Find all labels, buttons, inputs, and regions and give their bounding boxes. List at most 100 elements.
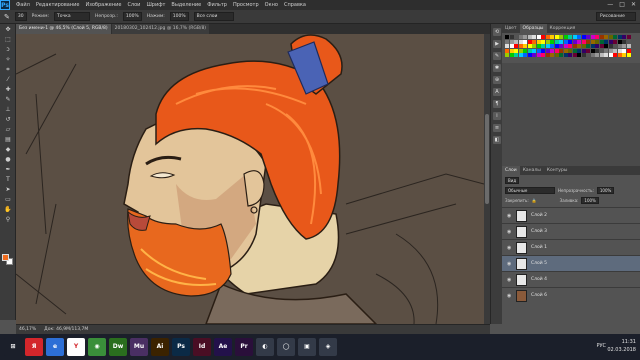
color-swatch[interactable] [541, 53, 545, 57]
color-swatch[interactable] [586, 48, 590, 53]
tab-color[interactable]: Цвет [502, 24, 520, 33]
visibility-eye-icon[interactable]: ◉ [507, 229, 512, 235]
color-swatch[interactable] [599, 39, 604, 44]
brush-tool-icon[interactable]: ✎ [4, 13, 10, 21]
color-swatch[interactable] [532, 35, 536, 39]
layer-opacity-input[interactable]: 100% [596, 186, 615, 194]
color-swatch[interactable] [613, 44, 617, 48]
color-swatch[interactable] [608, 44, 613, 48]
stamp-tool-icon[interactable]: ⊥ [2, 105, 14, 114]
color-swatch[interactable] [514, 35, 518, 39]
navigator-panel-icon[interactable]: ◧ [493, 136, 501, 144]
color-swatch[interactable] [617, 48, 622, 53]
color-swatch[interactable] [581, 35, 586, 39]
color-swatch[interactable] [590, 48, 595, 53]
lock-icon[interactable]: 🔒 [532, 198, 537, 203]
color-swatch[interactable] [595, 44, 599, 48]
color-swatch[interactable] [568, 53, 572, 57]
taskbar-app-icon[interactable]: e [46, 338, 64, 356]
color-swatch[interactable] [505, 39, 509, 44]
color-swatch[interactable] [532, 53, 536, 57]
layer-row[interactable]: ◉ Слой 2 [502, 207, 640, 223]
taskbar-app-icon[interactable]: ▣ [298, 338, 316, 356]
color-swatch[interactable] [604, 53, 608, 57]
color-swatch[interactable] [622, 53, 626, 57]
color-swatch[interactable] [550, 35, 554, 39]
language-indicator[interactable]: РУС [596, 343, 606, 349]
gradient-tool-icon[interactable]: ▤ [2, 135, 14, 144]
color-swatch[interactable] [509, 39, 514, 44]
color-swatch[interactable] [523, 39, 527, 44]
eraser-tool-icon[interactable]: ▱ [2, 125, 14, 134]
taskbar-app-icon[interactable]: Id [193, 338, 211, 356]
color-swatch[interactable] [613, 39, 617, 44]
color-swatch[interactable] [536, 53, 541, 57]
color-swatch[interactable] [509, 44, 514, 48]
lasso-tool-icon[interactable]: ↄ [2, 45, 14, 54]
color-swatch[interactable] [527, 48, 532, 53]
color-swatch[interactable] [514, 48, 518, 53]
tab-document-1[interactable]: Без имени-1 @ 46,5% (Слой 5, RGB/8) [16, 24, 111, 34]
move-tool-icon[interactable]: ✥ [2, 25, 14, 34]
color-swatch[interactable] [581, 44, 586, 48]
color-swatch[interactable] [550, 44, 554, 48]
hand-tool-icon[interactable]: ✋ [2, 205, 14, 214]
visibility-eye-icon[interactable]: ◉ [507, 213, 512, 219]
color-swatch[interactable] [626, 53, 631, 57]
taskbar-app-icon[interactable]: ◉ [88, 338, 106, 356]
color-swatch[interactable] [577, 35, 581, 39]
tab-channels[interactable]: Каналы [520, 166, 544, 175]
color-swatch[interactable] [536, 35, 541, 39]
color-swatch[interactable] [554, 48, 559, 53]
eyedropper-tool-icon[interactable]: ⁄ [2, 75, 14, 84]
zoom-level[interactable]: 46,17% [19, 327, 36, 332]
brush-panel-icon[interactable]: ✎ [493, 52, 501, 60]
color-swatch[interactable] [622, 44, 626, 48]
color-swatch[interactable] [595, 35, 599, 39]
color-swatch[interactable] [559, 48, 563, 53]
color-swatch[interactable] [568, 44, 572, 48]
mode-select[interactable]: Точка [53, 12, 90, 21]
color-swatch[interactable] [604, 44, 608, 48]
color-swatch[interactable] [568, 48, 572, 53]
color-swatch[interactable] [532, 48, 536, 53]
color-swatch[interactable] [617, 44, 622, 48]
color-swatch[interactable] [572, 53, 577, 57]
color-swatch[interactable] [608, 53, 613, 57]
path-select-tool-icon[interactable]: ➤ [2, 185, 14, 194]
color-swatch[interactable] [545, 39, 550, 44]
color-swatch[interactable] [563, 39, 568, 44]
taskbar-app-icon[interactable]: Я [25, 338, 43, 356]
color-swatch[interactable] [590, 39, 595, 44]
taskbar-app-icon[interactable]: Ps [172, 338, 190, 356]
color-swatch[interactable] [509, 48, 514, 53]
actions-panel-icon[interactable]: ▶ [493, 40, 501, 48]
pen-tool-icon[interactable]: ✒ [2, 165, 14, 174]
color-swatch[interactable] [514, 53, 518, 57]
color-swatch[interactable] [586, 35, 590, 39]
color-swatch[interactable] [581, 53, 586, 57]
taskbar-app-icon[interactable]: ◐ [256, 338, 274, 356]
color-swatch[interactable] [613, 35, 617, 39]
color-swatch[interactable] [613, 48, 617, 53]
color-swatch[interactable] [532, 39, 536, 44]
color-swatch[interactable] [622, 48, 626, 53]
history-panel-icon[interactable]: ⟲ [493, 28, 501, 36]
color-swatch[interactable] [563, 53, 568, 57]
color-swatch[interactable] [514, 39, 518, 44]
color-swatch[interactable] [617, 53, 622, 57]
minimize-button[interactable]: — [607, 1, 613, 8]
menu-filter[interactable]: Фильтр [207, 2, 227, 8]
color-swatch[interactable] [622, 35, 626, 39]
color-swatch[interactable] [572, 39, 577, 44]
healing-tool-icon[interactable]: ✚ [2, 85, 14, 94]
color-swatch[interactable] [581, 48, 586, 53]
brush-presets-icon[interactable]: ✱ [493, 64, 501, 72]
color-swatch[interactable] [613, 53, 617, 57]
color-swatch[interactable] [599, 53, 604, 57]
color-swatch[interactable] [559, 44, 563, 48]
color-swatch[interactable] [523, 44, 527, 48]
taskbar-app-icon[interactable]: Ae [214, 338, 232, 356]
taskbar-app-icon[interactable]: Ai [151, 338, 169, 356]
blur-tool-icon[interactable]: ◆ [2, 145, 14, 154]
